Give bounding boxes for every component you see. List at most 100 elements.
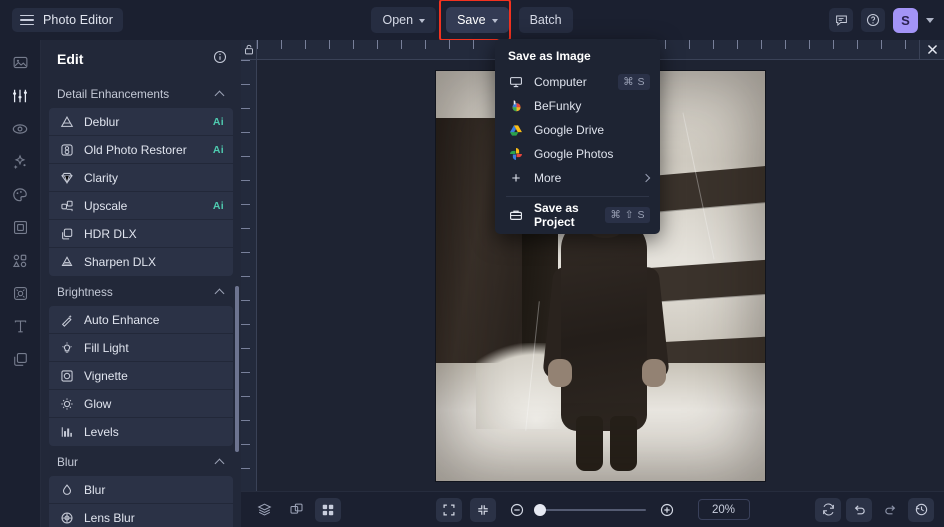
tool-label: Fill Light [84,341,215,355]
reset-icon[interactable] [815,498,841,522]
tool-label: HDR DLX [84,227,215,241]
close-x-icon[interactable] [919,40,944,60]
history-icon[interactable] [908,498,934,522]
tool-item-upscale[interactable]: Upscale Ai [49,192,233,220]
ruler-tick [449,40,450,49]
photo-editor-window: Photo Editor Open Save Batch [0,0,944,527]
textures-icon[interactable] [5,283,35,304]
ruler-tick [833,40,834,49]
collapse-icon[interactable] [470,498,496,522]
panel-scrollbar[interactable] [235,286,239,452]
tool-item-sharpen-dlx[interactable]: Sharpen DLX [49,248,233,276]
zoom-level-value[interactable]: 20% [698,499,750,520]
group-title: Detail Enhancements [57,87,169,101]
zoom-slider-handle[interactable] [534,504,546,516]
tool-item-fill-light[interactable]: Fill Light [49,334,233,362]
lock-icon[interactable] [241,40,257,60]
chevron-right-icon [643,175,650,182]
tool-item-deblur[interactable]: Deblur Ai [49,108,233,136]
group-header-detail-enhancements[interactable]: Detail Enhancements [41,78,241,108]
google-drive-icon [508,124,524,137]
edit-sliders-icon[interactable] [5,85,35,106]
save-menu-item-befunky[interactable]: BeFunky [495,94,660,118]
ruler-tick [257,40,258,49]
fit-to-screen-icon[interactable] [436,498,462,522]
effects-sparkle-icon[interactable] [5,151,35,172]
save-label: Save [457,13,486,27]
ruler-tick [241,132,250,133]
tool-label: Clarity [84,171,215,185]
edit-panel-scroll: Detail Enhancements Deblur Ai Old Photo … [41,78,241,527]
group-header-brightness[interactable]: Brightness [41,276,241,306]
shortcut-badge: ⌘ S [618,74,650,90]
open-button[interactable]: Open [371,7,436,33]
graphics-shapes-icon[interactable] [5,250,35,271]
monitor-icon [508,75,524,89]
tool-item-glow[interactable]: Glow [49,390,233,418]
group-header-blur[interactable]: Blur [41,446,241,476]
menu-item-label: BeFunky [534,99,650,113]
ruler-tick [241,228,250,229]
ruler-tick [281,40,282,49]
group-title: Blur [57,455,78,469]
tool-item-old-photo-restorer[interactable]: Old Photo Restorer Ai [49,136,233,164]
tool-item-levels[interactable]: Levels [49,418,233,446]
ruler-tick [401,40,402,49]
compare-icon[interactable] [283,498,309,522]
layers-stack-icon[interactable] [251,498,277,522]
retouch-eye-icon[interactable] [5,118,35,139]
chevron-down-icon [492,19,498,23]
zoom-out-icon[interactable] [504,498,530,522]
ai-badge: Ai [213,144,224,156]
save-button[interactable]: Save [446,7,509,33]
frames-icon[interactable] [5,217,35,238]
vignette-icon [59,369,75,383]
ruler-tick [241,276,250,277]
levels-bars-icon [59,425,75,439]
vertical-ruler[interactable] [241,60,257,491]
undo-icon[interactable] [846,498,872,522]
tool-list-blur: Blur Lens Blur [49,476,233,527]
ruler-tick [881,40,882,49]
tool-label: Vignette [84,369,215,383]
save-menu-item-save-as-project[interactable]: Save as Project ⌘ ⇧ S [495,203,660,227]
tool-item-hdr-dlx[interactable]: HDR DLX [49,220,233,248]
grid-view-icon[interactable] [315,498,341,522]
ruler-tick [241,300,250,301]
ruler-tick [473,40,474,49]
question-circle-icon[interactable] [861,8,885,32]
tool-item-blur[interactable]: Blur [49,476,233,504]
app-menu-button[interactable]: Photo Editor [12,8,123,32]
layers-icon[interactable] [5,349,35,370]
redo-icon[interactable] [877,498,903,522]
edit-panel: Edit Detail Enhancements Deblur Ai [41,40,241,527]
befunky-logo-icon [508,99,524,113]
batch-button[interactable]: Batch [519,7,573,33]
ruler-tick [241,420,250,421]
save-menu-item-google-drive[interactable]: Google Drive [495,118,660,142]
ruler-tick [857,40,858,49]
tool-item-vignette[interactable]: Vignette [49,362,233,390]
account-chevron-down-icon[interactable] [926,18,934,23]
bottom-left-tools [251,498,341,522]
info-circle-icon[interactable] [213,50,227,69]
tool-label: Upscale [84,199,204,213]
text-icon[interactable] [5,316,35,337]
ruler-tick [425,40,426,49]
comment-icon[interactable] [829,8,853,32]
zoom-in-icon[interactable] [654,498,680,522]
save-menu-item-google-photos[interactable]: Google Photos [495,142,660,166]
blur-drop-icon [59,483,75,497]
zoom-slider[interactable] [538,509,646,511]
ruler-tick [241,108,250,109]
tool-item-lens-blur[interactable]: Lens Blur [49,504,233,527]
tool-item-auto-enhance[interactable]: Auto Enhance [49,306,233,334]
hamburger-menu-icon [20,15,34,26]
artsy-palette-icon[interactable] [5,184,35,205]
save-menu-item-more[interactable]: + More [495,166,660,190]
tool-item-clarity[interactable]: Clarity [49,164,233,192]
save-menu-item-computer[interactable]: Computer ⌘ S [495,70,660,94]
image-manager-icon[interactable] [5,52,35,73]
ruler-tick [737,40,738,49]
avatar[interactable]: S [893,8,918,33]
